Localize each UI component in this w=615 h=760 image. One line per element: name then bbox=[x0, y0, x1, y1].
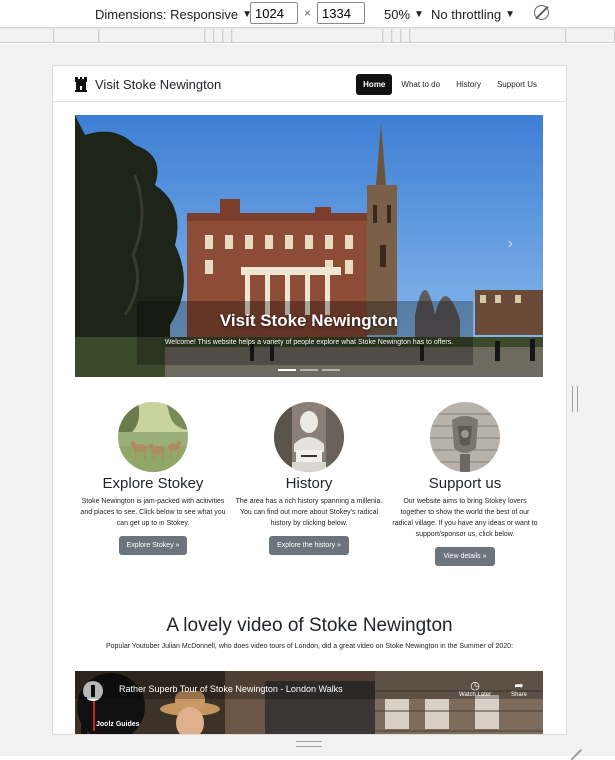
hero-title: Visit Stoke Newington bbox=[219, 311, 399, 330]
nav-support-us[interactable]: Support Us bbox=[490, 74, 544, 95]
nav-what-to-do[interactable]: What to do bbox=[394, 74, 447, 95]
dimensions-dropdown[interactable]: Dimensions: Responsive ▼ bbox=[95, 4, 252, 24]
video-description: Popular Youtuber Julian McDonnell, who d… bbox=[105, 643, 514, 650]
dimensions-label: Dimensions: Responsive bbox=[95, 6, 239, 22]
resize-handle-bottom[interactable] bbox=[296, 741, 322, 747]
feature-explore: Explore Stokey Stoke Newington is jam-pa… bbox=[75, 402, 231, 555]
devtools-device-toolbar: Dimensions: Responsive ▼ × 50% ▼ No thro… bbox=[0, 0, 615, 27]
share-icon: ➦ bbox=[514, 680, 524, 692]
ruler-segment[interactable] bbox=[384, 29, 392, 42]
video-title[interactable]: Rather Superb Tour of Stoke Newington - … bbox=[119, 684, 343, 694]
hero-subtitle: Welcome! This website helps a variety of… bbox=[164, 339, 454, 346]
ruler-segment[interactable] bbox=[206, 29, 214, 42]
watch-later-button[interactable]: ◷ Watch Later bbox=[459, 679, 491, 698]
carousel-indicator[interactable] bbox=[300, 369, 318, 371]
feature-text: Our website aims to bring Stokey lovers … bbox=[392, 498, 538, 538]
width-input[interactable] bbox=[250, 2, 298, 24]
throttling-dropdown[interactable]: No throttling ▼ bbox=[431, 4, 515, 24]
zoom-label: 50% bbox=[384, 6, 411, 22]
ruler-segment[interactable] bbox=[402, 29, 410, 42]
height-input[interactable] bbox=[317, 2, 365, 24]
rotate-icon[interactable] bbox=[534, 5, 549, 20]
channel-name: Joolz Guides bbox=[96, 721, 140, 728]
ruler-segment[interactable] bbox=[567, 29, 615, 42]
zoom-dropdown[interactable]: 50% ▼ bbox=[384, 4, 424, 24]
bust-image bbox=[274, 402, 344, 472]
times-icon: × bbox=[304, 6, 312, 20]
feature-text: The area has a rich history spanning a m… bbox=[235, 498, 383, 527]
youtube-embed[interactable]: Rather Superb Tour of Stoke Newington - … bbox=[75, 671, 543, 734]
view-details-button[interactable]: View details » bbox=[435, 547, 495, 566]
share-label: Share bbox=[511, 692, 528, 698]
ruler-segment[interactable] bbox=[55, 29, 99, 42]
emulated-viewport: Visit Stoke Newington Home What to do Hi… bbox=[53, 66, 566, 734]
feature-title: History bbox=[285, 475, 333, 492]
carousel-indicator[interactable] bbox=[278, 369, 296, 371]
hero-carousel[interactable]: Visit Stoke Newington Welcome! This webs… bbox=[75, 115, 543, 377]
carousel-indicator[interactable] bbox=[322, 369, 340, 371]
carousel-indicators bbox=[75, 369, 543, 371]
ruler-segment[interactable] bbox=[224, 29, 232, 42]
feature-support: Support us Our website aims to bring Sto… bbox=[387, 402, 543, 566]
resize-handle-corner[interactable] bbox=[569, 738, 581, 750]
device-workspace: Visit Stoke Newington Home What to do Hi… bbox=[0, 44, 615, 756]
watch-later-label: Watch Later bbox=[459, 692, 492, 698]
nav-home[interactable]: Home bbox=[356, 74, 393, 95]
ruler-segment[interactable] bbox=[411, 29, 566, 42]
ruler-segment[interactable] bbox=[393, 29, 401, 42]
throttling-label: No throttling bbox=[431, 6, 502, 22]
nav-links: Home What to do History Support Us bbox=[356, 74, 544, 95]
feature-title: Explore Stokey bbox=[102, 475, 204, 492]
feature-text: Stoke Newington is jam-packed with aciti… bbox=[80, 498, 226, 527]
ruler-segment[interactable] bbox=[233, 29, 383, 42]
video-heading: A lovely video of Stoke Newington bbox=[166, 615, 453, 636]
chevron-down-icon: ▼ bbox=[414, 8, 424, 20]
feature-history: History The area has a rich history span… bbox=[231, 402, 387, 555]
clock-icon: ◷ bbox=[470, 680, 480, 692]
share-button[interactable]: ➦ Share bbox=[511, 679, 527, 698]
brand-name: Visit Stoke Newington bbox=[95, 77, 222, 92]
ruler-segment[interactable] bbox=[0, 29, 54, 42]
explore-history-button[interactable]: Explore the history » bbox=[269, 536, 349, 555]
ruler-segment[interactable] bbox=[100, 29, 205, 42]
crest-image bbox=[430, 402, 500, 472]
feature-title: Support us bbox=[428, 475, 502, 492]
castle-icon bbox=[75, 77, 87, 92]
carousel-next-icon[interactable]: › bbox=[508, 235, 513, 253]
brand-link[interactable]: Visit Stoke Newington bbox=[74, 77, 221, 92]
hero-caption: Visit Stoke Newington Welcome! This webs… bbox=[75, 311, 543, 346]
ruler-segment[interactable] bbox=[215, 29, 223, 42]
site-navbar: Visit Stoke Newington Home What to do Hi… bbox=[53, 66, 566, 102]
explore-stokey-button[interactable]: Explore Stokey » bbox=[118, 536, 188, 555]
resize-handle-right[interactable] bbox=[572, 386, 578, 412]
media-query-ruler[interactable] bbox=[0, 27, 615, 43]
chevron-down-icon: ▼ bbox=[505, 8, 515, 20]
nav-history[interactable]: History bbox=[449, 74, 488, 95]
deer-image bbox=[118, 402, 188, 472]
